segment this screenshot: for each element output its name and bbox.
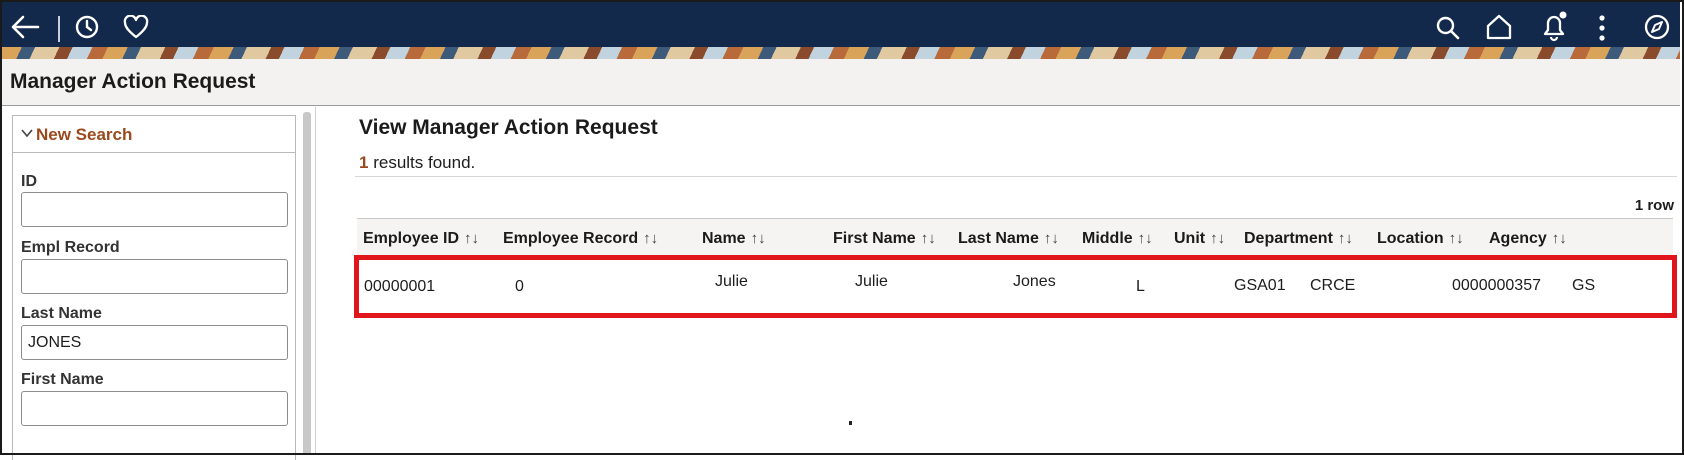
history-icon[interactable] bbox=[74, 14, 100, 40]
column-header-middle[interactable]: Middle ↑↓ bbox=[1082, 230, 1153, 248]
column-header-last-name[interactable]: Last Name ↑↓ bbox=[958, 230, 1059, 248]
cell-name: Julie bbox=[715, 273, 748, 290]
first-name-label: First Name bbox=[21, 371, 104, 388]
column-header-location[interactable]: Location ↑↓ bbox=[1377, 230, 1464, 248]
results-summary: 1 results found. bbox=[359, 153, 475, 173]
back-arrow-icon[interactable] bbox=[10, 14, 40, 40]
search-icon[interactable] bbox=[1435, 15, 1461, 41]
section-divider bbox=[355, 176, 1677, 177]
results-grid-header: Employee ID ↑↓ Employee Record ↑↓ Name ↑↓ F… bbox=[357, 218, 1673, 258]
cell-last-name: Jones bbox=[1013, 273, 1056, 290]
id-field[interactable] bbox=[21, 192, 288, 227]
sort-icon[interactable]: ↑↓ bbox=[751, 230, 766, 247]
sort-icon[interactable]: ↑↓ bbox=[464, 230, 479, 247]
navigator-icon[interactable] bbox=[1643, 13, 1671, 41]
cell-first-name: Julie bbox=[855, 273, 888, 290]
column-header-unit[interactable]: Unit ↑↓ bbox=[1174, 230, 1225, 248]
cell-location: 0000000357 bbox=[1452, 277, 1541, 294]
last-name-label: Last Name bbox=[21, 305, 102, 322]
page-title: Manager Action Request bbox=[10, 70, 256, 93]
header-divider bbox=[58, 16, 60, 42]
empl-record-label: Empl Record bbox=[21, 239, 120, 256]
sort-icon[interactable]: ↑↓ bbox=[1044, 230, 1059, 247]
column-header-department[interactable]: Department ↑↓ bbox=[1244, 230, 1353, 248]
sort-icon[interactable]: ↑↓ bbox=[1138, 230, 1153, 247]
chevron-down-icon[interactable] bbox=[20, 126, 34, 140]
id-label: ID bbox=[21, 173, 37, 190]
search-box: New Search ID Empl Record Last Name Firs… bbox=[12, 115, 296, 460]
sort-icon[interactable]: ↑↓ bbox=[643, 230, 658, 247]
column-header-agency[interactable]: Agency ↑↓ bbox=[1489, 230, 1567, 248]
page-title-bar: Manager Action Request bbox=[2, 59, 1680, 106]
panel-splitter[interactable] bbox=[315, 107, 316, 455]
column-header-employee-id[interactable]: Employee ID ↑↓ bbox=[363, 230, 479, 248]
sort-icon[interactable]: ↑↓ bbox=[921, 230, 936, 247]
cell-department: CRCE bbox=[1310, 277, 1356, 294]
home-icon[interactable] bbox=[1485, 13, 1513, 41]
notifications-icon[interactable] bbox=[1539, 10, 1569, 42]
sort-icon[interactable]: ↑↓ bbox=[1338, 230, 1353, 247]
favorites-icon[interactable] bbox=[123, 15, 149, 39]
cell-unit: GSA01 bbox=[1234, 277, 1286, 294]
empl-record-field[interactable] bbox=[21, 259, 288, 294]
column-header-employee-record[interactable]: Employee Record ↑↓ bbox=[503, 230, 658, 248]
sort-icon[interactable]: ↑↓ bbox=[1449, 230, 1464, 247]
new-search-header[interactable]: New Search bbox=[13, 116, 295, 153]
results-text: results found. bbox=[373, 153, 476, 172]
last-name-field[interactable] bbox=[21, 325, 288, 360]
results-count: 1 bbox=[359, 153, 369, 172]
cell-agency: GS bbox=[1572, 277, 1596, 294]
search-panel-scrollbar[interactable] bbox=[303, 112, 311, 455]
cell-middle: L bbox=[1136, 278, 1145, 295]
sort-icon[interactable]: ↑↓ bbox=[1552, 230, 1567, 247]
new-search-link[interactable]: New Search bbox=[36, 125, 132, 145]
decorative-banner bbox=[2, 47, 1680, 59]
cell-employee-record: 0 bbox=[515, 278, 524, 295]
more-actions-icon[interactable] bbox=[1596, 14, 1608, 42]
stray-dot bbox=[849, 421, 852, 425]
results-title: View Manager Action Request bbox=[359, 116, 658, 139]
search-panel: New Search ID Empl Record Last Name Firs… bbox=[2, 107, 315, 460]
first-name-field[interactable] bbox=[21, 391, 288, 426]
column-header-first-name[interactable]: First Name ↑↓ bbox=[833, 230, 936, 248]
column-header-name[interactable]: Name ↑↓ bbox=[702, 230, 766, 248]
sort-icon[interactable]: ↑↓ bbox=[1210, 230, 1225, 247]
table-row[interactable]: 00000001 0 Julie Julie Jones L GSA01 CRC… bbox=[357, 259, 1673, 315]
row-count: 1 row bbox=[1634, 197, 1674, 214]
cell-employee-id[interactable]: 00000001 bbox=[364, 278, 435, 296]
